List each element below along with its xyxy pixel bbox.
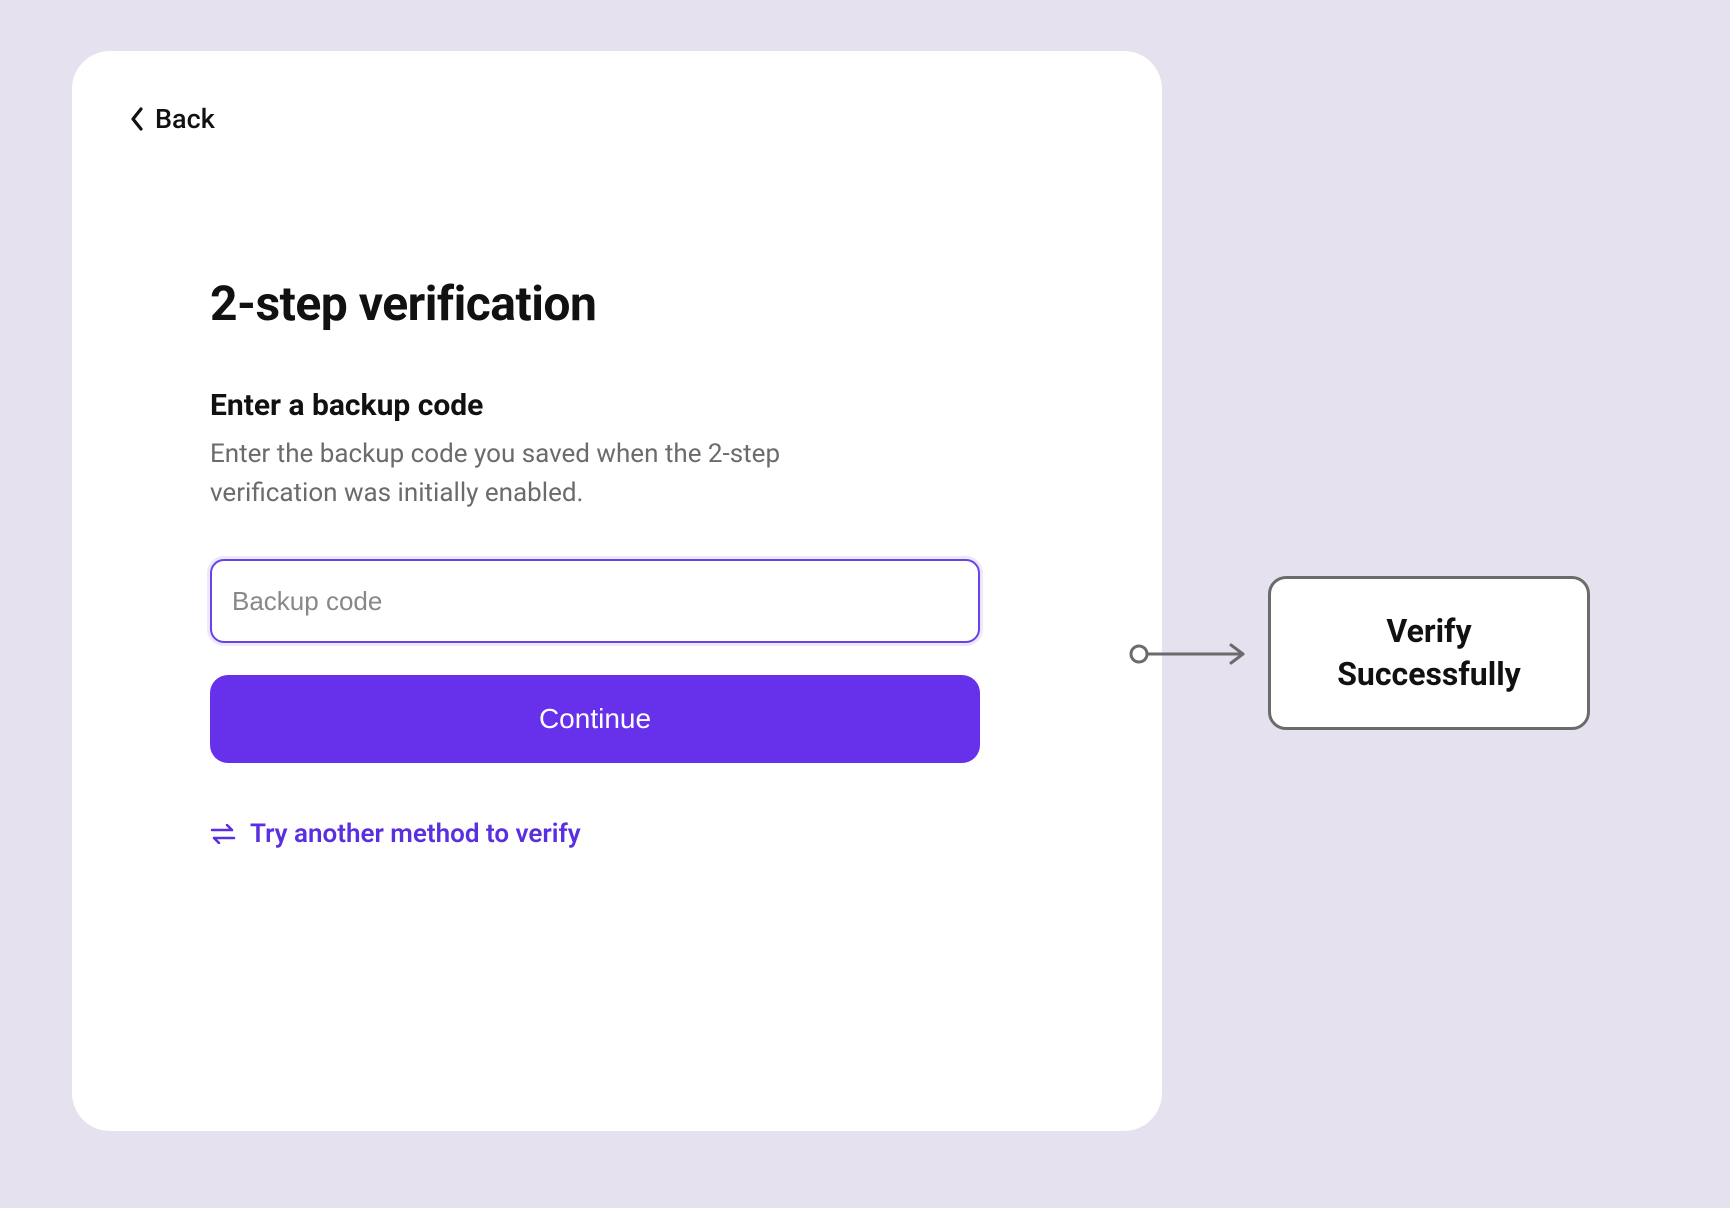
verify-success-label: Verify Successfully — [1337, 610, 1521, 696]
back-label: Back — [155, 103, 215, 135]
page-subtitle: Enter a backup code — [210, 388, 1024, 423]
backup-code-input[interactable] — [210, 559, 980, 643]
verify-success-node: Verify Successfully — [1268, 576, 1590, 730]
back-button[interactable]: Back — [130, 103, 215, 135]
backup-code-field-wrap — [210, 559, 1024, 643]
page-description: Enter the backup code you saved when the… — [210, 435, 850, 513]
chevron-left-icon — [130, 107, 145, 131]
card-content: 2-step verification Enter a backup code … — [210, 275, 1024, 849]
swap-arrows-icon — [210, 824, 236, 844]
verification-card: Back 2-step verification Enter a backup … — [72, 51, 1162, 1131]
try-another-method-link[interactable]: Try another method to verify — [210, 819, 581, 849]
page-title: 2-step verification — [210, 275, 1024, 332]
continue-button[interactable]: Continue — [210, 675, 980, 763]
flow-arrow-icon — [1129, 639, 1259, 669]
try-another-method-label: Try another method to verify — [250, 819, 581, 849]
